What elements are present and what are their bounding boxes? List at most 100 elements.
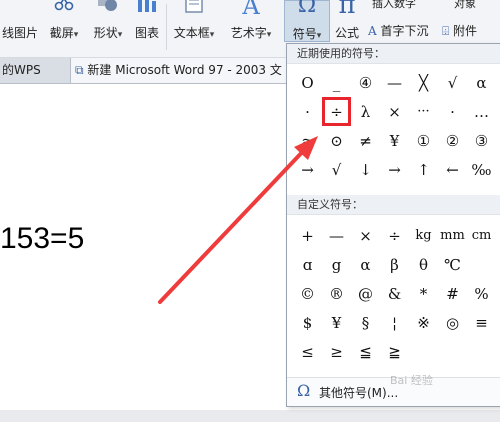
recent-symbol-cell[interactable]: λ — [351, 97, 380, 126]
shapes-label: 形状 — [93, 26, 118, 40]
symbol-label: 符号 — [292, 27, 317, 41]
symbol-dropdown-panel: 近期使用的符号： O _ ④ — ╳ √ α · ÷ λ × ··· ·… ≈ ⊙ ≠ ¥ ① ② ③ → √ ↓ → ↑ ← ‰ … — [286, 43, 500, 407]
custom-symbol-cell[interactable]: ◎ — [438, 308, 467, 337]
chevron-down-icon: ▾ — [117, 30, 123, 40]
watermark: Bai 经验 — [390, 374, 433, 387]
online-picture-label: 线图片 — [1, 26, 38, 40]
custom-symbol-cell[interactable]: © — [293, 279, 322, 308]
custom-symbol-cell[interactable]: ÷ — [380, 221, 409, 250]
custom-symbol-cell[interactable]: @ — [351, 279, 380, 308]
recent-symbol-cell[interactable]: ÷ — [322, 97, 351, 126]
recent-symbol-cell[interactable]: — — [380, 68, 409, 97]
tab-wps[interactable]: 的WPS — [0, 58, 70, 83]
custom-symbol-cell[interactable]: ≤ — [293, 337, 322, 366]
custom-symbol-cell[interactable]: § — [351, 308, 380, 337]
recent-symbol-cell[interactable]: → — [380, 155, 409, 184]
recent-symbol-cell[interactable]: ④ — [351, 68, 380, 97]
custom-symbol-cell[interactable]: % — [467, 279, 496, 308]
custom-symbols-header: 自定义符号： — [287, 195, 500, 215]
custom-symbols-grid: + — × ÷ kg mm cm ɑ g α β θ ℃ © ® @ & * #% $ ¥ § ¦ ※ ◎ ≡ ≤ ≥ ≦ ≧ — [293, 221, 496, 366]
custom-symbol-cell[interactable]: $ — [293, 308, 322, 337]
custom-symbol-cell[interactable]: ≦ — [351, 337, 380, 366]
chart-button[interactable]: 图表 — [130, 0, 164, 57]
custom-symbol-cell[interactable] — [409, 337, 438, 366]
online-picture-button[interactable]: 线图片 — [0, 0, 40, 57]
custom-symbol-cell[interactable]: ℃ — [438, 250, 467, 279]
recent-symbol-cell[interactable]: ╳ — [409, 68, 438, 97]
drop-cap-button[interactable]: A 首字下沉 — [368, 22, 429, 39]
custom-symbol-cell[interactable]: — — [322, 221, 351, 250]
chevron-down-icon: ▾ — [209, 30, 215, 40]
wordart-label: 艺术字 — [230, 26, 267, 40]
recent-symbol-cell[interactable]: · — [293, 97, 322, 126]
paperclip-icon: ⌹ — [442, 24, 450, 38]
custom-symbol-cell[interactable]: ¥ — [322, 308, 351, 337]
textbox-button[interactable]: 文本框▾ — [168, 0, 220, 57]
recent-symbol-cell[interactable]: O — [293, 68, 322, 97]
recent-symbol-cell[interactable]: ≠ — [351, 126, 380, 155]
custom-symbol-cell[interactable]: α — [351, 250, 380, 279]
custom-symbol-cell[interactable]: ɑ — [293, 250, 322, 279]
recent-symbol-cell[interactable]: α — [467, 68, 496, 97]
recent-symbol-cell[interactable]: · — [438, 97, 467, 126]
textbox-label: 文本框 — [173, 26, 210, 40]
attachment-label: 附件 — [453, 24, 478, 38]
recent-symbol-cell[interactable]: √ — [322, 155, 351, 184]
recent-symbol-cell[interactable]: _ — [322, 68, 351, 97]
recent-symbol-cell[interactable]: ↑ — [409, 155, 438, 184]
recent-symbol-cell[interactable]: √ — [438, 68, 467, 97]
recent-symbol-cell[interactable]: ¥ — [380, 126, 409, 155]
recent-symbol-cell[interactable]: → — [293, 155, 322, 184]
custom-symbol-cell[interactable]: # — [438, 279, 467, 308]
recent-symbol-cell[interactable]: ‰ — [467, 155, 496, 184]
custom-symbol-cell[interactable]: ® — [322, 279, 351, 308]
drop-cap-label: 首字下沉 — [380, 24, 429, 38]
omega-icon: Ω — [297, 381, 311, 400]
shapes-button[interactable]: 形状▾ — [86, 0, 130, 57]
custom-symbol-cell[interactable]: cm — [467, 221, 496, 250]
document-icon: ⧉ — [75, 63, 84, 77]
recent-symbol-cell[interactable]: … — [467, 97, 496, 126]
recent-symbol-cell[interactable]: ② — [438, 126, 467, 155]
recent-symbol-cell[interactable]: ≈ — [293, 126, 322, 155]
custom-symbol-cell[interactable]: ≥ — [322, 337, 351, 366]
custom-symbol-cell[interactable]: ≡ — [467, 308, 496, 337]
recent-symbol-cell[interactable]: × — [380, 97, 409, 126]
recent-symbol-cell[interactable]: ⊙ — [322, 126, 351, 155]
pi-icon: π — [338, 0, 356, 20]
ribbon-divider — [166, 4, 167, 50]
custom-symbol-cell[interactable]: * — [409, 279, 438, 308]
wordart-button[interactable]: A 艺术字▾ — [222, 0, 280, 57]
formula-label: 公式 — [334, 26, 359, 40]
custom-symbol-cell[interactable]: θ — [409, 250, 438, 279]
custom-symbol-cell[interactable] — [467, 337, 496, 366]
recent-symbol-cell[interactable]: ③ — [467, 126, 496, 155]
custom-symbol-cell[interactable]: & — [380, 279, 409, 308]
custom-symbol-cell[interactable]: ※ — [409, 308, 438, 337]
attachment-button[interactable]: ⌹ 附件 — [442, 22, 477, 39]
recent-symbol-cell[interactable]: ① — [409, 126, 438, 155]
custom-symbol-cell[interactable]: mm — [438, 221, 467, 250]
recent-symbol-cell[interactable]: ↓ — [351, 155, 380, 184]
custom-symbol-cell[interactable]: + — [293, 221, 322, 250]
custom-symbol-cell[interactable]: β — [380, 250, 409, 279]
drop-cap-icon: A — [368, 24, 377, 38]
custom-symbol-cell[interactable] — [467, 250, 496, 279]
textbox-icon — [185, 0, 203, 13]
custom-symbol-cell[interactable]: g — [322, 250, 351, 279]
recent-symbol-cell[interactable]: ← — [438, 155, 467, 184]
recent-symbol-cell[interactable]: ··· — [409, 97, 438, 126]
custom-symbol-cell[interactable]: ¦ — [380, 308, 409, 337]
custom-symbol-cell[interactable]: × — [351, 221, 380, 250]
insert-number-button[interactable]: 插入数字 — [372, 0, 416, 11]
tab-document[interactable]: ⧉ 新建 Microsoft Word 97 - 2003 文 — [70, 58, 306, 83]
recent-symbols-header: 近期使用的符号： — [287, 44, 500, 64]
screenshot-button[interactable]: 截屏▾ — [42, 0, 86, 57]
object-button[interactable]: 对象 — [454, 0, 476, 11]
more-symbols-label: 其他符号(M)... — [319, 386, 399, 400]
custom-symbol-cell[interactable]: ≧ — [380, 337, 409, 366]
symbol-button[interactable]: Ω 符号▾ — [284, 0, 330, 42]
custom-symbol-cell[interactable]: kg — [409, 221, 438, 250]
document-text: 153=5 — [0, 222, 85, 255]
custom-symbol-cell[interactable] — [438, 337, 467, 366]
